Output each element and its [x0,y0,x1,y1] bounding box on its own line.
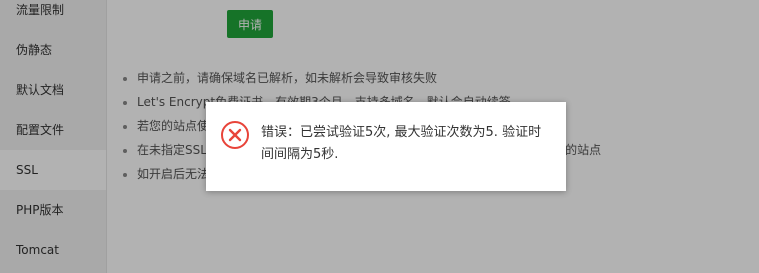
error-circle-x-icon [220,120,250,150]
error-dialog: 错误：已尝试验证5次, 最大验证次数为5. 验证时间间隔为5秒. [206,102,566,191]
error-message: 错误：已尝试验证5次, 最大验证次数为5. 验证时间间隔为5秒. [261,125,542,162]
